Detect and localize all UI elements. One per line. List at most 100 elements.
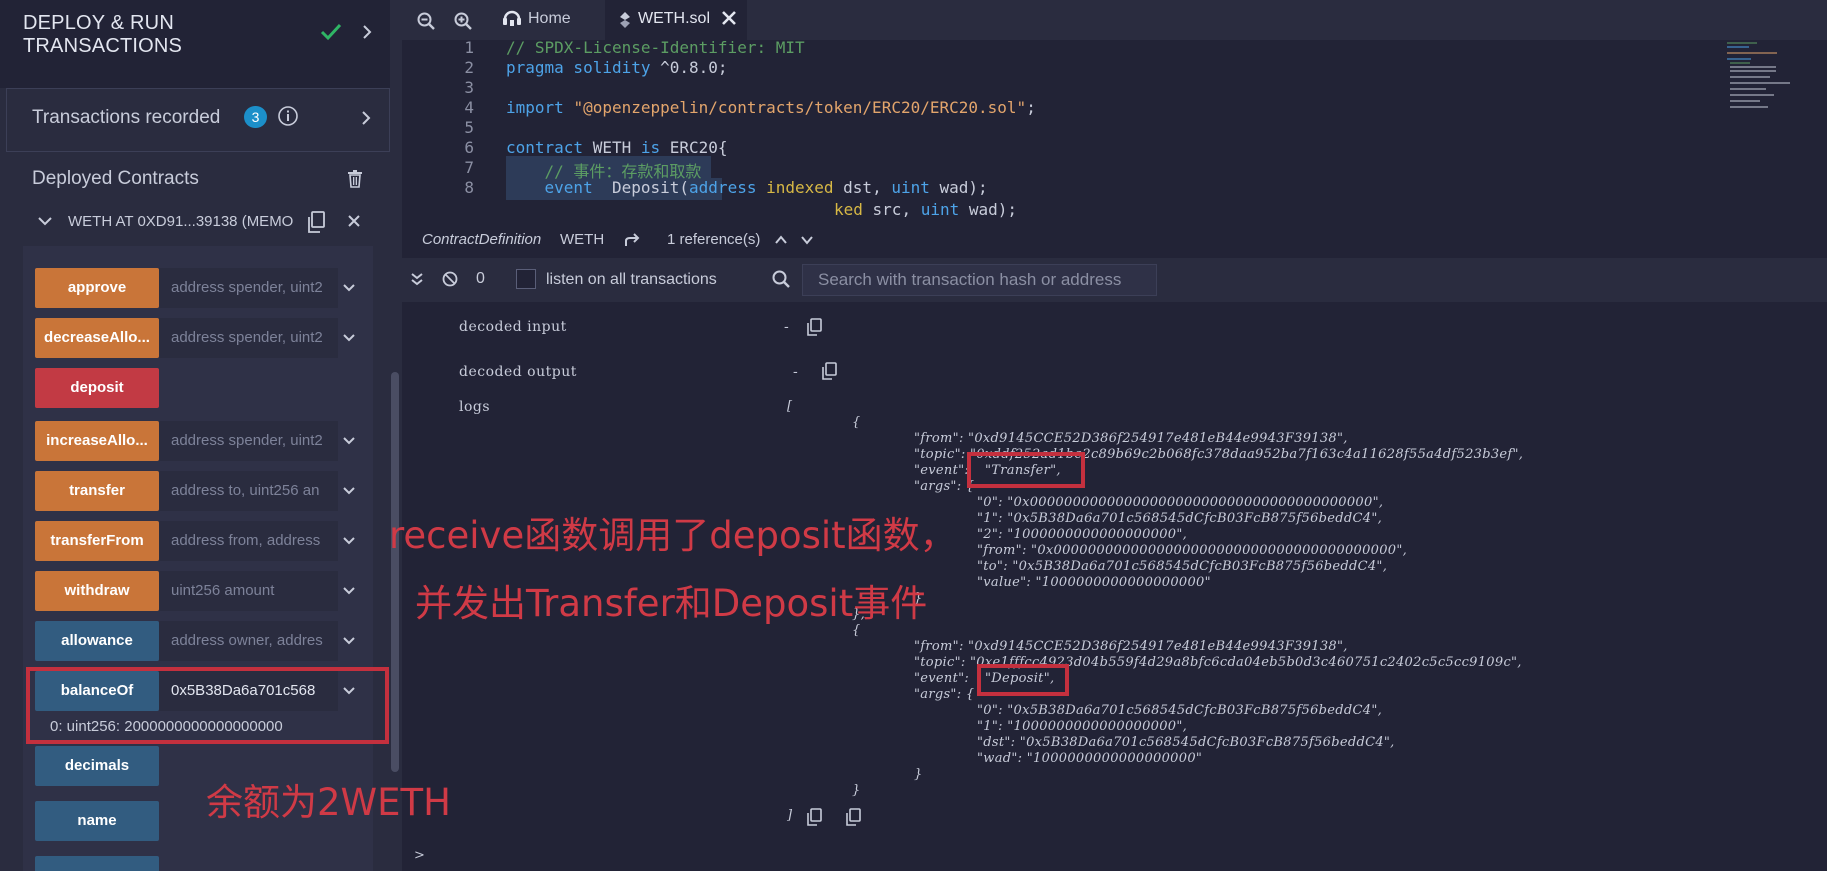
transfer-from-button[interactable]: transferFrom: [35, 521, 159, 561]
withdraw-input[interactable]: uint256 amount: [159, 571, 338, 611]
annotation-line-2: 并发出Transfer和Deposit事件: [415, 582, 928, 625]
approve-button[interactable]: approve: [35, 268, 159, 308]
close-icon[interactable]: [722, 11, 736, 25]
log-arg: "from": "0x00000000000000000000000000000…: [977, 543, 1408, 558]
log-arg: "value": "1000000000000000000": [977, 575, 1211, 590]
transactions-count-badge: 3: [244, 106, 267, 128]
line-number: 2: [464, 58, 474, 77]
decrease-allowance-button[interactable]: decreaseAllo...: [35, 318, 159, 358]
log-arg: "0": "0x5B38Da6a701c568545dCfcB03FcB875f…: [977, 703, 1383, 718]
copy-icon[interactable]: [845, 808, 861, 826]
function-row-transfer-from: transferFrom address from, address: [35, 521, 365, 561]
clear-console-icon[interactable]: [442, 271, 458, 287]
annotation-balance: 余额为2WETH: [206, 781, 451, 824]
log-from: "from": "0xd9145CCE52D386f254917e481eB44…: [914, 639, 1348, 654]
allowance-input[interactable]: address owner, addres: [159, 621, 338, 661]
code-keyword: import: [506, 98, 564, 117]
chevron-down-icon[interactable]: [342, 635, 356, 647]
code-keyword: pragma solidity: [506, 58, 651, 77]
log-args-close: }: [914, 767, 923, 782]
code-line-4: import "@openzeppelin/contracts/token/ER…: [506, 98, 1036, 117]
line-number: 7: [464, 158, 474, 177]
trash-icon[interactable]: [347, 170, 363, 188]
zoom-out-icon[interactable]: [417, 12, 435, 30]
transfer-button[interactable]: transfer: [35, 471, 159, 511]
code-keyword: ked: [834, 200, 863, 219]
panel-title: DEPLOY & RUN TRANSACTIONS: [23, 12, 263, 58]
decimals-button[interactable]: decimals: [35, 746, 159, 786]
zoom-in-icon[interactable]: [454, 12, 472, 30]
copy-icon[interactable]: [806, 808, 822, 826]
chevron-down-icon[interactable]: [800, 234, 814, 246]
info-icon[interactable]: [277, 105, 299, 127]
double-chevron-down-icon[interactable]: [410, 272, 424, 286]
code-keyword: event: [506, 178, 593, 197]
terminal-prompt[interactable]: >: [414, 848, 425, 863]
log-arg: "1": "1000000000000000000",: [977, 719, 1188, 734]
solidity-file-icon: [620, 12, 630, 28]
approve-input[interactable]: address spender, uint2: [159, 268, 338, 308]
tab-home[interactable]: Home: [494, 0, 604, 40]
transfer-input[interactable]: address to, uint256 an: [159, 471, 338, 511]
transactions-recorded-card[interactable]: Transactions recorded 3: [6, 88, 390, 152]
annotation-line-1: receive函数调用了deposit函数，: [389, 514, 957, 557]
chevron-down-icon[interactable]: [342, 485, 356, 497]
panel-scrollbar-thumb[interactable]: [391, 372, 399, 772]
code-text: ^0.8.0;: [650, 58, 728, 77]
chevron-down-icon[interactable]: [342, 332, 356, 344]
listen-all-checkbox[interactable]: [516, 269, 536, 289]
chevron-down-icon[interactable]: [342, 585, 356, 597]
references-count[interactable]: 1 reference(s): [667, 231, 760, 248]
allowance-button[interactable]: allowance: [35, 621, 159, 661]
check-icon: [320, 23, 342, 41]
copy-icon[interactable]: [306, 211, 326, 233]
deployed-contracts-label: Deployed Contracts: [32, 168, 199, 189]
code-text: Deposit(: [592, 178, 690, 197]
go-to-definition-icon[interactable]: [624, 232, 642, 248]
copy-icon[interactable]: [806, 318, 822, 336]
function-button-partial[interactable]: [35, 856, 159, 871]
chevron-down-icon[interactable]: [342, 282, 356, 294]
code-keyword: indexed: [756, 178, 834, 197]
chevron-up-icon[interactable]: [774, 234, 788, 246]
chevron-down-icon[interactable]: [37, 214, 53, 228]
code-text: src,: [862, 200, 921, 219]
withdraw-button[interactable]: withdraw: [35, 571, 159, 611]
chevron-right-icon[interactable]: [360, 110, 372, 126]
chevron-right-icon[interactable]: [360, 24, 374, 40]
name-button[interactable]: name: [35, 801, 159, 841]
copy-icon[interactable]: [821, 362, 837, 380]
instance-header[interactable]: WETH AT 0XD91...39138 (MEMO: [23, 198, 373, 246]
code-text: ;: [1026, 98, 1036, 117]
log-event-key: "event":: [914, 463, 970, 478]
code-line-6: contract WETH is ERC20{: [506, 138, 728, 157]
increase-allowance-input[interactable]: address spender, uint2: [159, 421, 338, 461]
decoded-input-value: -: [784, 319, 789, 335]
chevron-down-icon[interactable]: [342, 435, 356, 447]
code-keyword: contract: [506, 138, 584, 157]
minimap[interactable]: [1722, 40, 1822, 120]
code-line-2: pragma solidity ^0.8.0;: [506, 58, 728, 77]
reference-type-label: ContractDefinition: [422, 231, 542, 248]
increase-allowance-button[interactable]: increaseAllo...: [35, 421, 159, 461]
function-row-partial: [35, 856, 365, 871]
transfer-from-input[interactable]: address from, address: [159, 521, 338, 561]
decoded-output-value: -: [793, 364, 798, 380]
panel-header: DEPLOY & RUN TRANSACTIONS: [0, 0, 402, 88]
log-arg: "to": "0x5B38Da6a701c568545dCfcB03FcB875…: [977, 559, 1388, 574]
reference-name-label: WETH: [560, 231, 605, 248]
deposit-button[interactable]: deposit: [35, 368, 159, 408]
logs-label: logs: [459, 399, 491, 415]
tab-weth-sol[interactable]: WETH.sol: [605, 0, 747, 40]
search-icon: [772, 270, 790, 288]
function-row-deposit: deposit: [35, 368, 365, 408]
code-string: "@openzeppelin/contracts/token/ERC20/ERC…: [573, 98, 1027, 117]
chevron-down-icon[interactable]: [342, 535, 356, 547]
function-row-allowance: allowance address owner, addres: [35, 621, 365, 661]
close-icon[interactable]: [348, 215, 360, 227]
transaction-search-input[interactable]: Search with transaction hash or address: [802, 264, 1157, 296]
decrease-allowance-input[interactable]: address spender, uint2: [159, 318, 338, 358]
code-type: uint: [891, 178, 930, 197]
log-close-brace: }: [852, 783, 861, 798]
log-from: "from": "0xd9145CCE52D386f254917e481eB44…: [914, 431, 1348, 446]
